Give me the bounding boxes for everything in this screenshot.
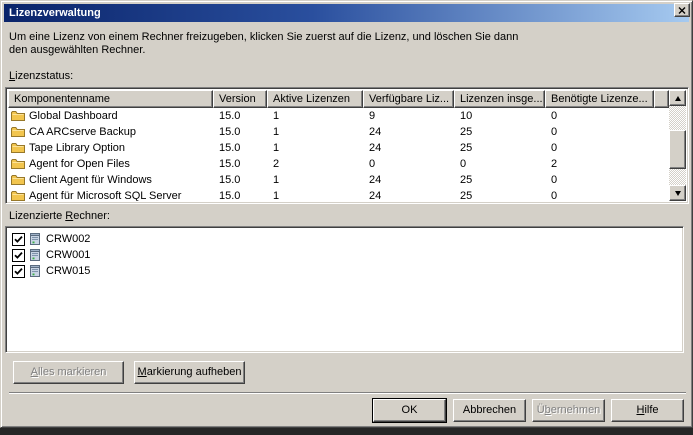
- scrollbar-thumb[interactable]: [669, 130, 686, 169]
- ok-button[interactable]: OK: [373, 399, 446, 422]
- close-icon: [678, 7, 686, 14]
- computer-icon: [30, 248, 41, 262]
- divider: [9, 392, 686, 394]
- scrollbar-track[interactable]: [669, 106, 686, 185]
- table-body: Komponentenname Version Aktive Lizenzen …: [8, 90, 669, 201]
- machine-name: CRW015: [46, 265, 90, 277]
- machine-checkbox[interactable]: [12, 233, 25, 246]
- license-status-table: Komponentenname Version Aktive Lizenzen …: [5, 87, 689, 204]
- column-header-version[interactable]: Version: [213, 90, 267, 108]
- column-header-stub: [654, 90, 669, 108]
- titlebar: Lizenzverwaltung: [4, 4, 689, 22]
- scroll-up-button[interactable]: [669, 90, 686, 106]
- column-header-component[interactable]: Komponentenname: [8, 90, 213, 108]
- folder-icon: [11, 174, 25, 186]
- machine-checkbox[interactable]: [12, 265, 25, 278]
- select-all-button[interactable]: Alles markieren: [13, 361, 124, 384]
- computer-icon: [30, 264, 41, 278]
- column-header-needed[interactable]: Benötigte Lizenze...: [545, 90, 654, 108]
- table-row[interactable]: CA ARCserve Backup 15.0 1 24 25 0: [8, 124, 669, 140]
- licensed-machines-list: CRW002 CRW001 CRW015: [5, 226, 684, 353]
- licensed-machines-label: Lizenzierte Rechner:: [9, 210, 110, 222]
- intro-text: Um eine Lizenz von einem Rechner freizug…: [9, 31, 518, 57]
- intro-line-2: den ausgewählten Rechner.: [9, 44, 518, 57]
- intro-line-1: Um eine Lizenz von einem Rechner freizug…: [9, 31, 518, 44]
- table-row[interactable]: Global Dashboard 15.0 1 9 10 0: [8, 108, 669, 124]
- close-button[interactable]: [674, 3, 690, 17]
- folder-icon: [11, 142, 25, 154]
- list-item[interactable]: CRW015: [6, 263, 683, 279]
- help-button[interactable]: Hilfe: [611, 399, 684, 422]
- folder-icon: [11, 158, 25, 170]
- table-row[interactable]: Tape Library Option 15.0 1 24 25 0: [8, 140, 669, 156]
- machine-name: CRW002: [46, 233, 90, 245]
- license-status-label: Lizenzstatus:: [9, 70, 73, 82]
- folder-icon: [11, 126, 25, 138]
- list-item[interactable]: CRW001: [6, 247, 683, 263]
- column-header-available[interactable]: Verfügbare Liz...: [363, 90, 454, 108]
- machine-checkbox[interactable]: [12, 249, 25, 262]
- table-row[interactable]: Agent for Open Files 15.0 2 0 0 2: [8, 156, 669, 172]
- window-title: Lizenzverwaltung: [4, 7, 101, 19]
- column-header-total[interactable]: Lizenzen insge...: [454, 90, 545, 108]
- folder-icon: [11, 110, 25, 122]
- table-header: Komponentenname Version Aktive Lizenzen …: [8, 90, 669, 108]
- scroll-down-icon: [675, 191, 681, 196]
- table-row[interactable]: Client Agent für Windows 15.0 1 24 25 0: [8, 172, 669, 188]
- screen: { "window": { "title": "Lizenzverwaltung…: [0, 0, 693, 435]
- table-vertical-scrollbar[interactable]: [669, 90, 686, 201]
- license-management-dialog: Lizenzverwaltung Um eine Lizenz von eine…: [0, 0, 693, 428]
- apply-button[interactable]: Übernehmen: [532, 399, 605, 422]
- machine-name: CRW001: [46, 249, 90, 261]
- folder-icon: [11, 190, 25, 201]
- cancel-button[interactable]: Abbrechen: [453, 399, 526, 422]
- column-header-active[interactable]: Aktive Lizenzen: [267, 90, 363, 108]
- table-row[interactable]: Agent für Microsoft SQL Server 15.0 1 24…: [8, 188, 669, 201]
- list-item[interactable]: CRW002: [6, 231, 683, 247]
- clear-selection-button[interactable]: Markierung aufheben: [134, 361, 245, 384]
- scroll-up-icon: [675, 96, 681, 101]
- scroll-down-button[interactable]: [669, 185, 686, 201]
- computer-icon: [30, 232, 41, 246]
